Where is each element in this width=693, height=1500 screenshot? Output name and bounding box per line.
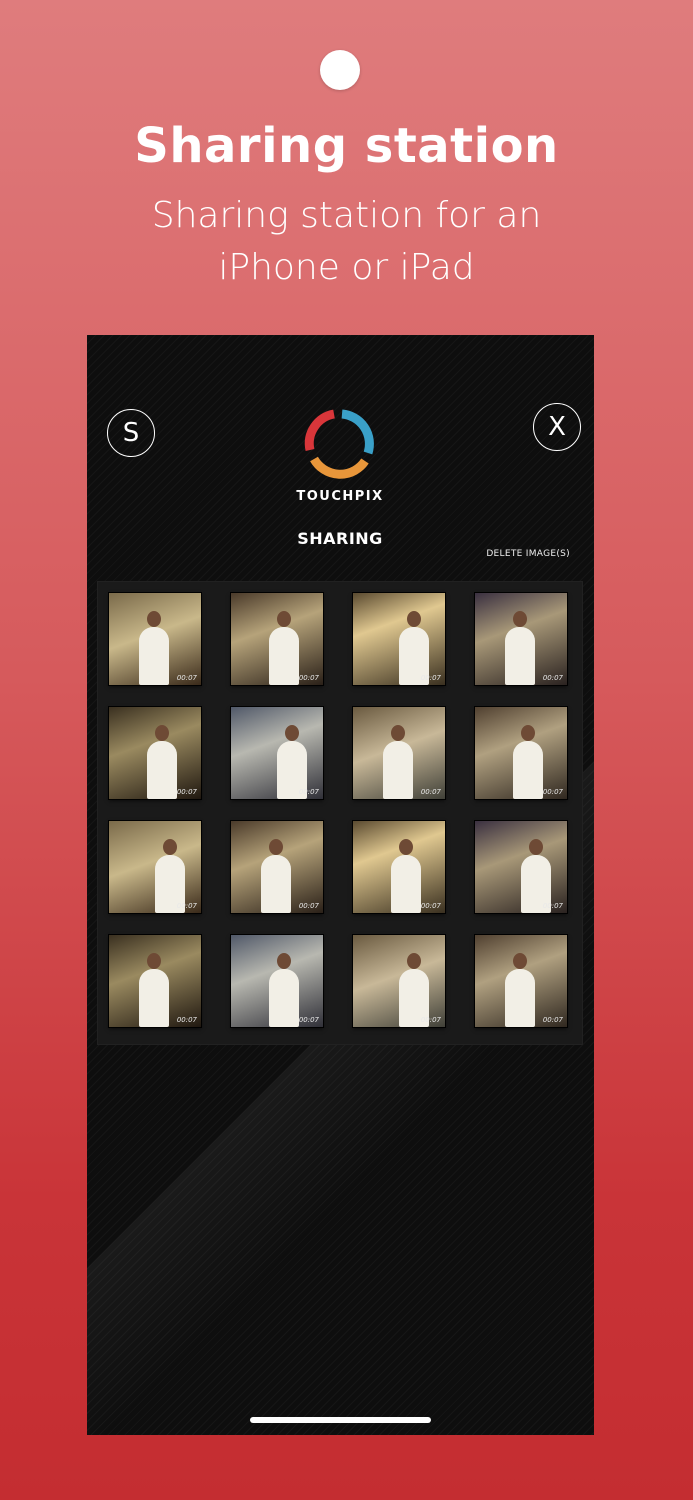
person-head <box>277 611 291 627</box>
subtitle-line-1: Sharing station for an <box>151 195 542 236</box>
video-duration: 00:07 <box>298 674 319 682</box>
video-duration: 00:07 <box>420 902 441 910</box>
person-head <box>399 839 413 855</box>
subtitle-line-2: iPhone or iPad <box>218 247 475 288</box>
top-dot <box>320 50 360 90</box>
person-figure <box>505 627 535 685</box>
video-duration: 00:07 <box>420 1016 441 1024</box>
video-duration: 00:07 <box>420 788 441 796</box>
person-head <box>521 725 535 741</box>
photo-thumbnail[interactable]: 00:07 <box>109 593 201 685</box>
person-head <box>285 725 299 741</box>
video-duration: 00:07 <box>176 788 197 796</box>
photo-thumbnail[interactable]: 00:07 <box>475 707 567 799</box>
person-head <box>513 611 527 627</box>
photo-thumbnail[interactable]: 00:07 <box>353 593 445 685</box>
home-indicator[interactable] <box>250 1417 431 1423</box>
photo-thumbnail[interactable]: 00:07 <box>353 935 445 1027</box>
photo-thumbnail[interactable]: 00:07 <box>353 821 445 913</box>
video-duration: 00:07 <box>298 1016 319 1024</box>
video-duration: 00:07 <box>298 788 319 796</box>
person-head <box>513 953 527 969</box>
person-head <box>147 611 161 627</box>
page-title: Sharing station <box>134 118 559 174</box>
person-head <box>407 953 421 969</box>
person-figure <box>513 741 543 799</box>
photo-thumbnail[interactable]: 00:07 <box>109 935 201 1027</box>
person-figure <box>391 855 421 913</box>
photo-thumbnail[interactable]: 00:07 <box>109 821 201 913</box>
person-figure <box>139 627 169 685</box>
video-duration: 00:07 <box>176 902 197 910</box>
photo-thumbnail[interactable]: 00:07 <box>109 707 201 799</box>
video-duration: 00:07 <box>542 788 563 796</box>
device-screen: S X TOUCHPIX SHARING DELETE IMAGE(S) 00:… <box>87 335 594 1435</box>
logo-text: TOUCHPIX <box>296 489 384 504</box>
photo-thumbnail[interactable]: 00:07 <box>475 593 567 685</box>
video-duration: 00:07 <box>176 674 197 682</box>
person-figure <box>261 855 291 913</box>
page-subtitle: Sharing station for an iPhone or iPad <box>0 190 693 294</box>
screen-title: SHARING <box>297 529 383 548</box>
photo-thumbnail[interactable]: 00:07 <box>231 593 323 685</box>
photo-thumbnail[interactable]: 00:07 <box>353 707 445 799</box>
person-head <box>277 953 291 969</box>
close-button[interactable]: X <box>533 403 581 451</box>
person-head <box>155 725 169 741</box>
person-figure <box>505 969 535 1027</box>
photo-thumbnail[interactable]: 00:07 <box>231 707 323 799</box>
video-duration: 00:07 <box>420 674 441 682</box>
person-head <box>407 611 421 627</box>
video-duration: 00:07 <box>298 902 319 910</box>
person-figure <box>383 741 413 799</box>
person-head <box>269 839 283 855</box>
delete-images-button[interactable]: DELETE IMAGE(S) <box>486 549 570 559</box>
video-duration: 00:07 <box>542 674 563 682</box>
person-figure <box>269 627 299 685</box>
person-figure <box>269 969 299 1027</box>
touchpix-logo-icon <box>304 409 374 479</box>
person-head <box>529 839 543 855</box>
video-duration: 00:07 <box>542 1016 563 1024</box>
person-figure <box>139 969 169 1027</box>
photo-thumbnail[interactable]: 00:07 <box>475 935 567 1027</box>
photo-thumbnail[interactable]: 00:07 <box>231 935 323 1027</box>
person-head <box>391 725 405 741</box>
person-figure <box>147 741 177 799</box>
s-button[interactable]: S <box>107 409 155 457</box>
photo-thumbnail[interactable]: 00:07 <box>231 821 323 913</box>
person-head <box>163 839 177 855</box>
person-head <box>147 953 161 969</box>
thumbnail-grid: 00:07 00:07 00:07 00:07 00:07 00:07 00:07 00:07… <box>97 581 583 1045</box>
video-duration: 00:07 <box>542 902 563 910</box>
video-duration: 00:07 <box>176 1016 197 1024</box>
photo-thumbnail[interactable]: 00:07 <box>475 821 567 913</box>
